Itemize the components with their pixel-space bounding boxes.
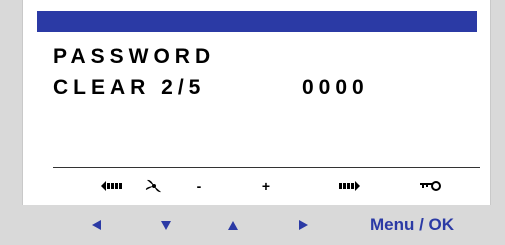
softkey-divider [53, 167, 480, 168]
plus-button[interactable]: + [256, 172, 276, 200]
title-bar [37, 11, 477, 32]
arrow-left-icon[interactable] [84, 205, 108, 245]
arrow-right-icon[interactable] [291, 205, 315, 245]
arrow-down-icon[interactable] [154, 205, 178, 245]
scroll-right-icon[interactable] [334, 172, 364, 200]
navigation-bar: Menu / OK [22, 205, 505, 245]
lcd-screen: PASSWORD CLEAR 2/5 0000 - + [22, 0, 491, 205]
password-value: 0000 [302, 76, 369, 99]
device-frame: PASSWORD CLEAR 2/5 0000 - + Menu / OK [0, 0, 505, 245]
clear-counter-label: CLEAR 2/5 [53, 76, 206, 99]
minus-button[interactable]: - [189, 172, 209, 200]
scroll-left-icon[interactable] [97, 172, 127, 200]
key-icon[interactable] [416, 172, 446, 200]
menu-ok-button[interactable]: Menu / OK [370, 205, 454, 245]
password-heading: PASSWORD [53, 45, 216, 68]
fan-icon[interactable] [139, 172, 169, 200]
plus-label: + [261, 178, 271, 194]
minus-label: - [196, 178, 202, 194]
softkey-bar: - + [53, 172, 480, 200]
arrow-up-icon[interactable] [221, 205, 245, 245]
